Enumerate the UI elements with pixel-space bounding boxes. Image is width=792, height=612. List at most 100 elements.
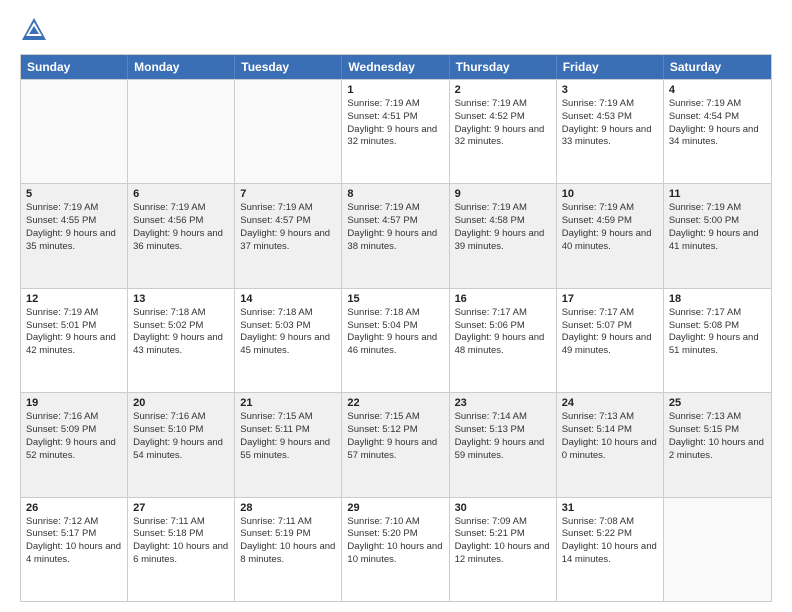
empty-cell-w0c2 — [235, 80, 342, 183]
day-info-16: Sunrise: 7:17 AM Sunset: 5:06 PM Dayligh… — [455, 307, 551, 358]
day-number-6: 6 — [133, 188, 229, 200]
day-number-25: 25 — [669, 397, 766, 409]
day-cell-10: 10Sunrise: 7:19 AM Sunset: 4:59 PM Dayli… — [557, 184, 664, 287]
day-number-9: 9 — [455, 188, 551, 200]
calendar-header-row: SundayMondayTuesdayWednesdayThursdayFrid… — [21, 55, 771, 79]
day-info-19: Sunrise: 7:16 AM Sunset: 5:09 PM Dayligh… — [26, 411, 122, 462]
day-cell-24: 24 Sunrise: 7:13 AM Sunset: 5:14 PM Dayli… — [557, 393, 664, 496]
day-number-15: 15 — [347, 293, 443, 305]
day-number-21: 21 — [240, 397, 336, 409]
day-number-27: 27 — [133, 502, 229, 514]
day-info-3: Sunrise: 7:19 AM Sunset: 4:53 PM Dayligh… — [562, 98, 658, 149]
day-cell-13: 13 Sunrise: 7:18 AM Sunset: 5:02 PM Dayli… — [128, 289, 235, 392]
day-number-2: 2 — [455, 84, 551, 96]
calendar-row-5: 26 Sunrise: 7:12 AM Sunset: 5:17 PM Dayli… — [21, 497, 771, 601]
day-number-29: 29 — [347, 502, 443, 514]
day-info-21: Sunrise: 7:15 AM Sunset: 5:11 PM Dayligh… — [240, 411, 336, 462]
day-cell-15: 15 Sunrise: 7:18 AM Sunset: 5:04 PM Dayli… — [342, 289, 449, 392]
day-info-11: Sunrise: 7:19 AM Sunset: 5:00 PM Dayligh… — [669, 202, 766, 253]
day-number-30: 30 — [455, 502, 551, 514]
day-number-16: 16 — [455, 293, 551, 305]
day-number-8: 8 — [347, 188, 443, 200]
day-info-25: Sunrise: 7:13 AM Sunset: 5:15 PM Dayligh… — [669, 411, 766, 462]
day-cell-1: 1 Sunrise: 7:19 AM Sunset: 4:51 PM Daylig… — [342, 80, 449, 183]
empty-cell-w0c1 — [128, 80, 235, 183]
day-cell-27: 27 Sunrise: 7:11 AM Sunset: 5:18 PM Dayli… — [128, 498, 235, 601]
day-cell-18: 18Sunrise: 7:17 AM Sunset: 5:08 PM Dayli… — [664, 289, 771, 392]
day-info-6: Sunrise: 7:19 AM Sunset: 4:56 PM Dayligh… — [133, 202, 229, 253]
day-cell-12: 12 Sunrise: 7:19 AM Sunset: 5:01 PM Dayli… — [21, 289, 128, 392]
day-info-14: Sunrise: 7:18 AM Sunset: 5:03 PM Dayligh… — [240, 307, 336, 358]
day-cell-23: 23Sunrise: 7:14 AM Sunset: 5:13 PM Dayli… — [450, 393, 557, 496]
day-cell-2: 2 Sunrise: 7:19 AM Sunset: 4:52 PM Daylig… — [450, 80, 557, 183]
day-info-2: Sunrise: 7:19 AM Sunset: 4:52 PM Dayligh… — [455, 98, 551, 149]
calendar: SundayMondayTuesdayWednesdayThursdayFrid… — [20, 54, 772, 602]
day-cell-11: 11 Sunrise: 7:19 AM Sunset: 5:00 PM Dayli… — [664, 184, 771, 287]
day-info-4: Sunrise: 7:19 AM Sunset: 4:54 PM Dayligh… — [669, 98, 766, 149]
header-cell-sunday: Sunday — [21, 55, 128, 79]
empty-cell-w4c6 — [664, 498, 771, 601]
day-number-20: 20 — [133, 397, 229, 409]
day-info-24: Sunrise: 7:13 AM Sunset: 5:14 PM Dayligh… — [562, 411, 658, 462]
day-number-12: 12 — [26, 293, 122, 305]
day-cell-21: 21 Sunrise: 7:15 AM Sunset: 5:11 PM Dayli… — [235, 393, 342, 496]
day-number-13: 13 — [133, 293, 229, 305]
day-cell-4: 4 Sunrise: 7:19 AM Sunset: 4:54 PM Daylig… — [664, 80, 771, 183]
day-info-27: Sunrise: 7:11 AM Sunset: 5:18 PM Dayligh… — [133, 516, 229, 567]
empty-cell-w0c0 — [21, 80, 128, 183]
calendar-row-3: 12 Sunrise: 7:19 AM Sunset: 5:01 PM Dayli… — [21, 288, 771, 392]
header-cell-saturday: Saturday — [664, 55, 771, 79]
day-number-26: 26 — [26, 502, 122, 514]
day-number-10: 10 — [562, 188, 658, 200]
day-cell-20: 20 Sunrise: 7:16 AM Sunset: 5:10 PM Dayli… — [128, 393, 235, 496]
day-cell-16: 16 Sunrise: 7:17 AM Sunset: 5:06 PM Dayli… — [450, 289, 557, 392]
day-cell-5: 5 Sunrise: 7:19 AM Sunset: 4:55 PM Daylig… — [21, 184, 128, 287]
calendar-body: 1 Sunrise: 7:19 AM Sunset: 4:51 PM Daylig… — [21, 79, 771, 601]
day-number-5: 5 — [26, 188, 122, 200]
day-number-28: 28 — [240, 502, 336, 514]
header-cell-tuesday: Tuesday — [235, 55, 342, 79]
day-number-31: 31 — [562, 502, 658, 514]
day-info-17: Sunrise: 7:17 AM Sunset: 5:07 PM Dayligh… — [562, 307, 658, 358]
day-info-20: Sunrise: 7:16 AM Sunset: 5:10 PM Dayligh… — [133, 411, 229, 462]
day-info-1: Sunrise: 7:19 AM Sunset: 4:51 PM Dayligh… — [347, 98, 443, 149]
day-number-17: 17 — [562, 293, 658, 305]
header-cell-friday: Friday — [557, 55, 664, 79]
logo-icon — [20, 16, 48, 44]
day-cell-19: 19 Sunrise: 7:16 AM Sunset: 5:09 PM Dayli… — [21, 393, 128, 496]
day-cell-30: 30Sunrise: 7:09 AM Sunset: 5:21 PM Dayli… — [450, 498, 557, 601]
day-number-19: 19 — [26, 397, 122, 409]
day-info-5: Sunrise: 7:19 AM Sunset: 4:55 PM Dayligh… — [26, 202, 122, 253]
day-number-1: 1 — [347, 84, 443, 96]
calendar-row-2: 5 Sunrise: 7:19 AM Sunset: 4:55 PM Daylig… — [21, 183, 771, 287]
header — [20, 16, 772, 44]
day-info-29: Sunrise: 7:10 AM Sunset: 5:20 PM Dayligh… — [347, 516, 443, 567]
day-number-18: 18 — [669, 293, 766, 305]
day-info-15: Sunrise: 7:18 AM Sunset: 5:04 PM Dayligh… — [347, 307, 443, 358]
calendar-row-4: 19 Sunrise: 7:16 AM Sunset: 5:09 PM Dayli… — [21, 392, 771, 496]
page: SundayMondayTuesdayWednesdayThursdayFrid… — [0, 0, 792, 612]
day-info-9: Sunrise: 7:19 AM Sunset: 4:58 PM Dayligh… — [455, 202, 551, 253]
day-cell-26: 26 Sunrise: 7:12 AM Sunset: 5:17 PM Dayli… — [21, 498, 128, 601]
header-cell-wednesday: Wednesday — [342, 55, 449, 79]
day-number-11: 11 — [669, 188, 766, 200]
day-info-12: Sunrise: 7:19 AM Sunset: 5:01 PM Dayligh… — [26, 307, 122, 358]
day-number-7: 7 — [240, 188, 336, 200]
day-number-24: 24 — [562, 397, 658, 409]
day-number-4: 4 — [669, 84, 766, 96]
header-cell-thursday: Thursday — [450, 55, 557, 79]
day-info-7: Sunrise: 7:19 AM Sunset: 4:57 PM Dayligh… — [240, 202, 336, 253]
day-info-26: Sunrise: 7:12 AM Sunset: 5:17 PM Dayligh… — [26, 516, 122, 567]
day-number-23: 23 — [455, 397, 551, 409]
day-number-22: 22 — [347, 397, 443, 409]
day-info-22: Sunrise: 7:15 AM Sunset: 5:12 PM Dayligh… — [347, 411, 443, 462]
day-cell-8: 8Sunrise: 7:19 AM Sunset: 4:57 PM Daylig… — [342, 184, 449, 287]
day-cell-25: 25 Sunrise: 7:13 AM Sunset: 5:15 PM Dayli… — [664, 393, 771, 496]
day-cell-3: 3Sunrise: 7:19 AM Sunset: 4:53 PM Daylig… — [557, 80, 664, 183]
day-info-13: Sunrise: 7:18 AM Sunset: 5:02 PM Dayligh… — [133, 307, 229, 358]
day-cell-17: 17 Sunrise: 7:17 AM Sunset: 5:07 PM Dayli… — [557, 289, 664, 392]
day-cell-29: 29 Sunrise: 7:10 AM Sunset: 5:20 PM Dayli… — [342, 498, 449, 601]
calendar-row-1: 1 Sunrise: 7:19 AM Sunset: 4:51 PM Daylig… — [21, 79, 771, 183]
day-cell-28: 28Sunrise: 7:11 AM Sunset: 5:19 PM Dayli… — [235, 498, 342, 601]
day-cell-22: 22 Sunrise: 7:15 AM Sunset: 5:12 PM Dayli… — [342, 393, 449, 496]
